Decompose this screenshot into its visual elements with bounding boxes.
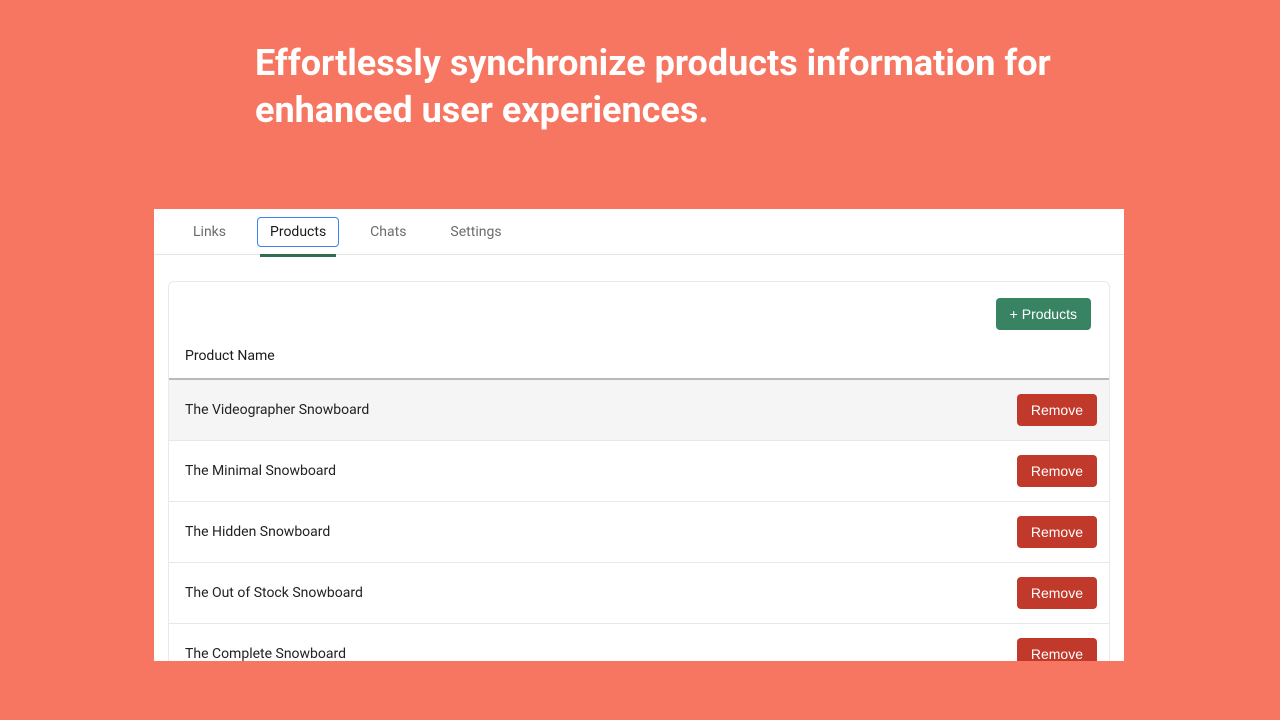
product-name: The Complete Snowboard (185, 646, 1017, 661)
table-row: The Minimal Snowboard Remove (169, 441, 1109, 502)
tab-settings[interactable]: Settings (437, 217, 514, 247)
table-row: The Videographer Snowboard Remove (169, 380, 1109, 441)
table-row: The Complete Snowboard Remove (169, 624, 1109, 661)
products-card: + Products Product Name The Videographer… (168, 281, 1110, 661)
remove-button[interactable]: Remove (1017, 638, 1097, 661)
product-name: The Videographer Snowboard (185, 402, 1017, 418)
remove-button[interactable]: Remove (1017, 455, 1097, 487)
product-name: The Minimal Snowboard (185, 463, 1017, 479)
tab-bar: Links Products Chats Settings (154, 209, 1124, 255)
product-name: The Out of Stock Snowboard (185, 585, 1017, 601)
column-header-product-name: Product Name (169, 340, 1109, 380)
app-panel: Links Products Chats Settings + Products… (154, 209, 1124, 661)
card-toolbar: + Products (169, 282, 1109, 340)
remove-button[interactable]: Remove (1017, 577, 1097, 609)
table-row: The Hidden Snowboard Remove (169, 502, 1109, 563)
tab-chats[interactable]: Chats (357, 217, 419, 247)
remove-button[interactable]: Remove (1017, 516, 1097, 548)
table-row: The Out of Stock Snowboard Remove (169, 563, 1109, 624)
tab-products[interactable]: Products (257, 217, 339, 247)
remove-button[interactable]: Remove (1017, 394, 1097, 426)
tab-links[interactable]: Links (180, 217, 239, 247)
add-products-button[interactable]: + Products (996, 298, 1091, 330)
page-headline: Effortlessly synchronize products inform… (255, 40, 1075, 134)
product-name: The Hidden Snowboard (185, 524, 1017, 540)
